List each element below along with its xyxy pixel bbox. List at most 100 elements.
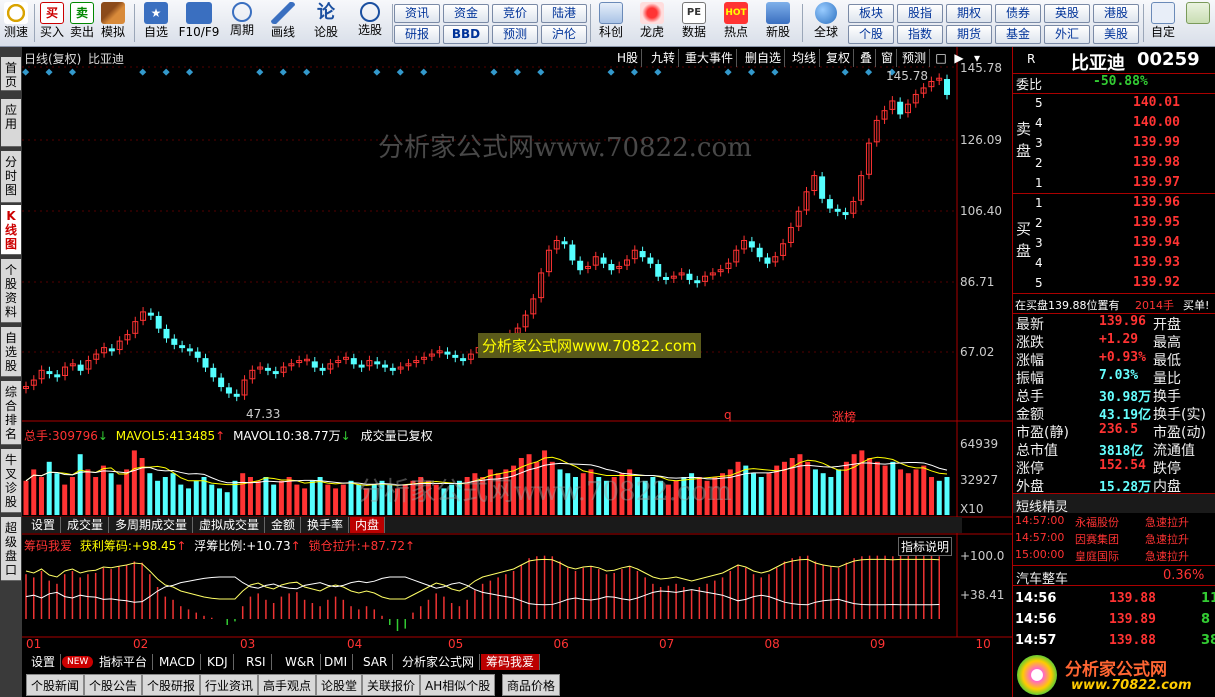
pill-options[interactable]: 期权 [946,4,992,23]
sell-button[interactable]: 卖卖出 [68,2,96,45]
custom-button[interactable]: 自定 [1146,2,1180,45]
candle [389,367,396,371]
chart-menu-item[interactable]: 均线 [789,49,821,67]
data-button[interactable]: PE 数据 [676,2,712,45]
pill-futures[interactable]: 期货 [946,25,992,44]
pill-stock[interactable]: 个股 [848,25,894,44]
tab-ranking[interactable]: 综合排名 [1,381,21,445]
pill-hk-connect[interactable]: 陆港 [541,4,587,23]
info-tab[interactable]: 个股研报 [142,674,201,696]
stat-row: 总手 30.98万 换手 [1013,386,1215,405]
tab-intraday[interactable]: 分时图 [1,151,21,203]
pill-uk-stocks[interactable]: 英股 [1044,4,1090,23]
pill-sector[interactable]: 板块 [848,4,894,23]
f10-button[interactable]: F10/F9 [178,2,220,45]
watchlist-button[interactable]: ★ 自选 [138,2,174,45]
hot-icon: HOT [724,2,748,24]
pill-forecast[interactable]: 预测 [492,25,538,44]
volume-bar [201,477,207,515]
buy-button[interactable]: 买买入 [38,2,66,45]
volume-bar [874,461,880,515]
draw-line-button[interactable]: 画线 [264,2,302,45]
sector-row[interactable]: 汽车整车 0.36% [1013,565,1215,587]
volume-tab[interactable]: 内盘 [350,517,386,533]
pill-news[interactable]: 资讯 [394,4,440,23]
chart-menu-item[interactable]: 删自选 [742,49,786,67]
speed-test-button[interactable]: 测速 [2,2,30,45]
pill-us-stocks[interactable]: 美股 [1093,25,1139,44]
info-tab[interactable]: 论股堂 [316,674,363,696]
simulate-button[interactable]: 模拟 [98,2,128,45]
stat-label: 金额 [1016,407,1044,423]
chart-menu-item[interactable]: 重大事件 [682,49,738,67]
volume-tab[interactable]: 多周期成交量 [110,517,194,533]
stat-value: 139.96 [1099,314,1146,329]
tab-kline[interactable]: K线图 [1,205,21,255]
pill-bbd[interactable]: BBD [443,25,489,44]
tab-super-quote[interactable]: 超级盘口 [1,517,21,581]
info-tab[interactable]: 个股公告 [84,674,143,696]
short-sprite-title[interactable]: 短线精灵 [1013,493,1215,515]
volume-tab[interactable]: 成交量 [62,517,110,533]
pill-auction[interactable]: 竞价 [492,4,538,23]
tab-watchlist[interactable]: 自选股 [1,327,21,377]
tab-stock-profile[interactable]: 个股资料 [1,259,21,323]
info-tab[interactable]: 个股新闻 [26,674,85,696]
short-item[interactable]: 14:57:00 永福股份 急速拉升 [1013,513,1215,530]
volume-tab[interactable]: 设置 [26,517,62,533]
ask-row: 1 139.97 [1013,174,1215,194]
stat-right-label: 跌停 [1153,461,1181,477]
dragon-tiger-button[interactable]: 龙虎 [634,2,670,45]
pill-research[interactable]: 研报 [394,25,440,44]
more-button[interactable] [1184,2,1212,45]
ipo-button[interactable]: 新股 [760,2,796,45]
bid-level: 1 [1035,196,1043,210]
chart-menu-item[interactable]: H股 [614,49,643,67]
pen-icon [271,2,295,24]
pill-indices[interactable]: 指数 [897,25,943,44]
short-item[interactable]: 15:00:00 皇庭国际 急速拉升 [1013,547,1215,564]
stat-row: 市盈(静) 236.5 市盈(动) [1013,422,1215,441]
global-button[interactable]: 全球 [806,2,846,45]
pill-hk-stocks[interactable]: 港股 [1093,4,1139,23]
indicator-help-button[interactable]: 指标说明 [898,537,953,556]
chart-menu-item[interactable]: 复权 [823,49,855,67]
forum-button[interactable]: 论论股 [308,2,344,45]
bottom-tab-bar: 设置 NEW 指标平台 MACD KDJ RSI W&R DMI SAR 分析家公式网 筹码我爱 个… [22,654,1012,697]
pill-funds[interactable]: 资金 [443,4,489,23]
tab-apps[interactable]: 应用 [1,99,21,147]
chart-menu-item[interactable]: 叠 [857,49,877,67]
stat-row: 涨停 152.54 跌停 [1013,458,1215,477]
volume-bar [77,454,83,515]
chart-menu-item[interactable]: 预测 [899,49,931,67]
info-tab[interactable]: 行业资讯 [200,674,259,696]
hotspot-button[interactable]: HOT 热点 [718,2,754,45]
star-icon: ★ [144,2,168,24]
tick-price: 139.89 [1109,612,1156,627]
bid-level: 3 [1035,236,1043,250]
volume-tab[interactable]: 换手率 [302,517,350,533]
info-tab[interactable]: 高手观点 [258,674,317,696]
info-tab[interactable]: 商品价格 [502,674,561,696]
lock-icon[interactable]: □ [933,49,949,67]
pill-forex[interactable]: 外汇 [1044,25,1090,44]
kline-chart-area[interactable]: 日线(复权) 比亚迪 H股 九转 重大事件 删自选 均线 复权叠窗预测 □ ▶ ▾ 145.78… [22,47,1012,654]
chart-menu-item[interactable]: 九转 [648,49,680,67]
info-tab[interactable]: 关联报价 [362,674,421,696]
pill-fund[interactable]: 基金 [995,25,1041,44]
pill-bonds[interactable]: 债券 [995,4,1041,23]
volume-tab[interactable]: 金额 [266,517,302,533]
period-button[interactable]: 周期 [224,2,260,45]
info-tab[interactable]: AH相似个股 [420,674,496,696]
kechuang-button[interactable]: 科创 [594,2,628,45]
candle [600,257,607,264]
short-item[interactable]: 14:57:00 因赛集团 急速拉升 [1013,530,1215,547]
pill-index[interactable]: 股指 [897,4,943,23]
stat-value: 30.98万 [1099,390,1152,405]
chart-menu-item[interactable]: 窗 [878,49,898,67]
volume-tab[interactable]: 虚拟成交量 [194,517,266,533]
tab-diagnosis[interactable]: 牛叉诊股 [1,449,21,513]
stock-screener-button[interactable]: 选股 [350,2,390,45]
tab-home[interactable]: 首页 [1,57,21,91]
pill-shanghai-london[interactable]: 沪伦 [541,25,587,44]
